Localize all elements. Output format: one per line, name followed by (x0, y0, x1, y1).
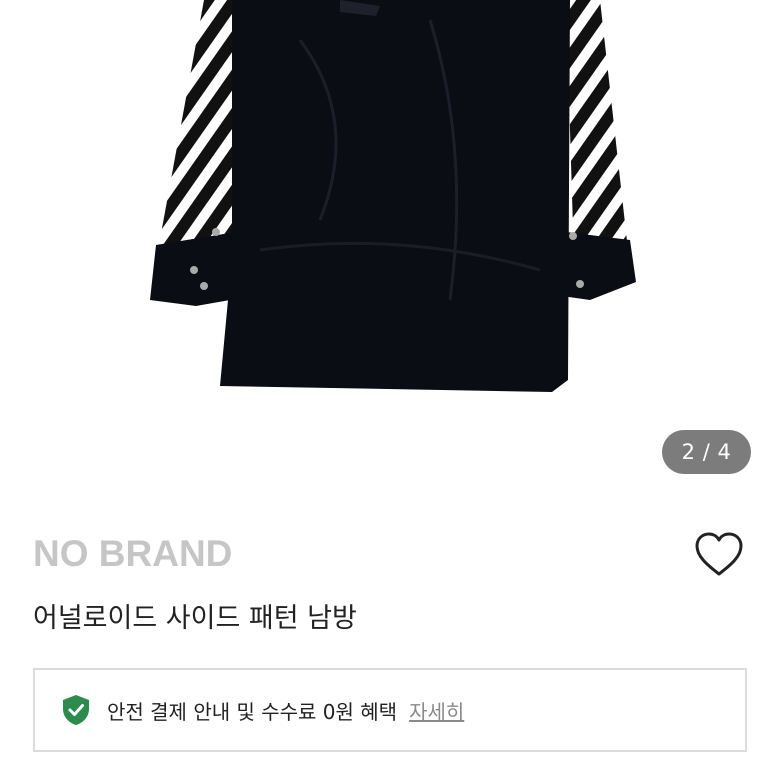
safe-payment-text: 안전 결제 안내 및 수수료 0원 혜택 (107, 699, 398, 724)
brand-name[interactable]: NO BRAND (33, 533, 232, 575)
safe-payment-banner[interactable]: 안전 결제 안내 및 수수료 0원 혜택 자세히 (33, 668, 747, 752)
product-photo[interactable] (0, 0, 781, 500)
details-link[interactable]: 자세히 (409, 696, 464, 725)
product-title: 어널로이드 사이드 패턴 남방 (33, 603, 357, 634)
like-button[interactable] (694, 531, 744, 579)
product-image (150, 0, 636, 392)
heart-outline-icon (695, 532, 743, 576)
image-pager-badge: 2 / 4 (662, 430, 751, 474)
shield-check-icon (63, 695, 89, 725)
